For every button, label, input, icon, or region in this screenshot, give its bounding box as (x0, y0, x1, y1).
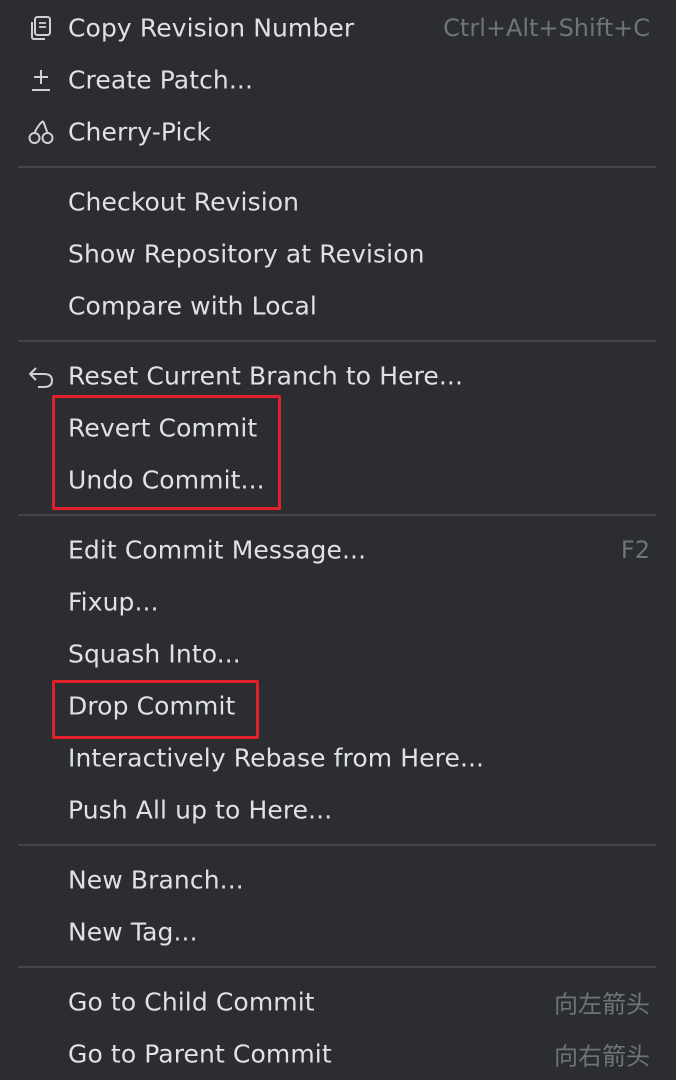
menu-item-show-repository-at-revision[interactable]: Show Repository at Revision (0, 228, 676, 280)
menu-item-label: Copy Revision Number (68, 13, 355, 43)
menu-item-label: Fixup... (68, 587, 159, 617)
menu-item-label: Checkout Revision (68, 187, 300, 217)
menu-item-label: Show Repository at Revision (68, 239, 425, 269)
menu-item-label: Compare with Local (68, 291, 317, 321)
menu-item-label: Go to Parent Commit (68, 1039, 332, 1069)
copy-icon (26, 13, 56, 43)
menu-item-go-to-child-commit[interactable]: Go to Child Commit 向左箭头 (0, 976, 676, 1028)
menu-item-cherry-pick[interactable]: Cherry-Pick (0, 106, 676, 158)
menu-item-label: New Tag... (68, 917, 198, 947)
menu-item-label: Create Patch... (68, 65, 254, 95)
menu-item-checkout-revision[interactable]: Checkout Revision (0, 176, 676, 228)
menu-item-label: Push All up to Here... (68, 795, 333, 825)
menu-item-squash-into[interactable]: Squash Into... (0, 628, 676, 680)
menu-separator (18, 966, 656, 968)
menu-item-label: Go to Child Commit (68, 987, 315, 1017)
menu-separator (18, 844, 656, 846)
menu-separator (18, 514, 656, 516)
menu-item-label: Cherry-Pick (68, 117, 211, 147)
menu-item-fixup[interactable]: Fixup... (0, 576, 676, 628)
patch-icon (26, 65, 56, 95)
menu-item-undo-commit[interactable]: Undo Commit... (0, 454, 676, 506)
menu-item-edit-commit-message[interactable]: Edit Commit Message... F2 (0, 524, 676, 576)
menu-item-label: Squash Into... (68, 639, 241, 669)
menu-item-compare-with-local[interactable]: Compare with Local (0, 280, 676, 332)
menu-item-label: Drop Commit (68, 691, 236, 721)
shortcut-label: 向左箭头 (554, 990, 650, 1019)
menu-item-reset-current-branch[interactable]: Reset Current Branch to Here... (0, 350, 676, 402)
menu-item-label: New Branch... (68, 865, 244, 895)
menu-item-copy-revision-number[interactable]: Copy Revision Number Ctrl+Alt+Shift+C (0, 2, 676, 54)
menu-item-label: Reset Current Branch to Here... (68, 361, 464, 391)
menu-item-label: Edit Commit Message... (68, 535, 367, 565)
menu-item-label: Revert Commit (68, 413, 258, 443)
undo-arrow-icon (26, 361, 56, 391)
menu-item-drop-commit[interactable]: Drop Commit (0, 680, 676, 732)
menu-item-interactively-rebase[interactable]: Interactively Rebase from Here... (0, 732, 676, 784)
menu-item-label: Undo Commit... (68, 465, 265, 495)
menu-item-push-all-up-to-here[interactable]: Push All up to Here... (0, 784, 676, 836)
menu-item-new-branch[interactable]: New Branch... (0, 854, 676, 906)
shortcut-label: 向右箭头 (554, 1042, 650, 1071)
menu-item-create-patch[interactable]: Create Patch... (0, 54, 676, 106)
menu-separator (18, 340, 656, 342)
menu-item-label: Interactively Rebase from Here... (68, 743, 485, 773)
shortcut-label: F2 (620, 536, 650, 564)
shortcut-label: Ctrl+Alt+Shift+C (443, 14, 650, 42)
menu-item-revert-commit[interactable]: Revert Commit (0, 402, 676, 454)
context-menu: Copy Revision Number Ctrl+Alt+Shift+C Cr… (0, 0, 676, 1080)
menu-separator (18, 166, 656, 168)
cherry-icon (26, 117, 56, 147)
menu-item-go-to-parent-commit[interactable]: Go to Parent Commit 向右箭头 (0, 1028, 676, 1080)
menu-item-new-tag[interactable]: New Tag... (0, 906, 676, 958)
